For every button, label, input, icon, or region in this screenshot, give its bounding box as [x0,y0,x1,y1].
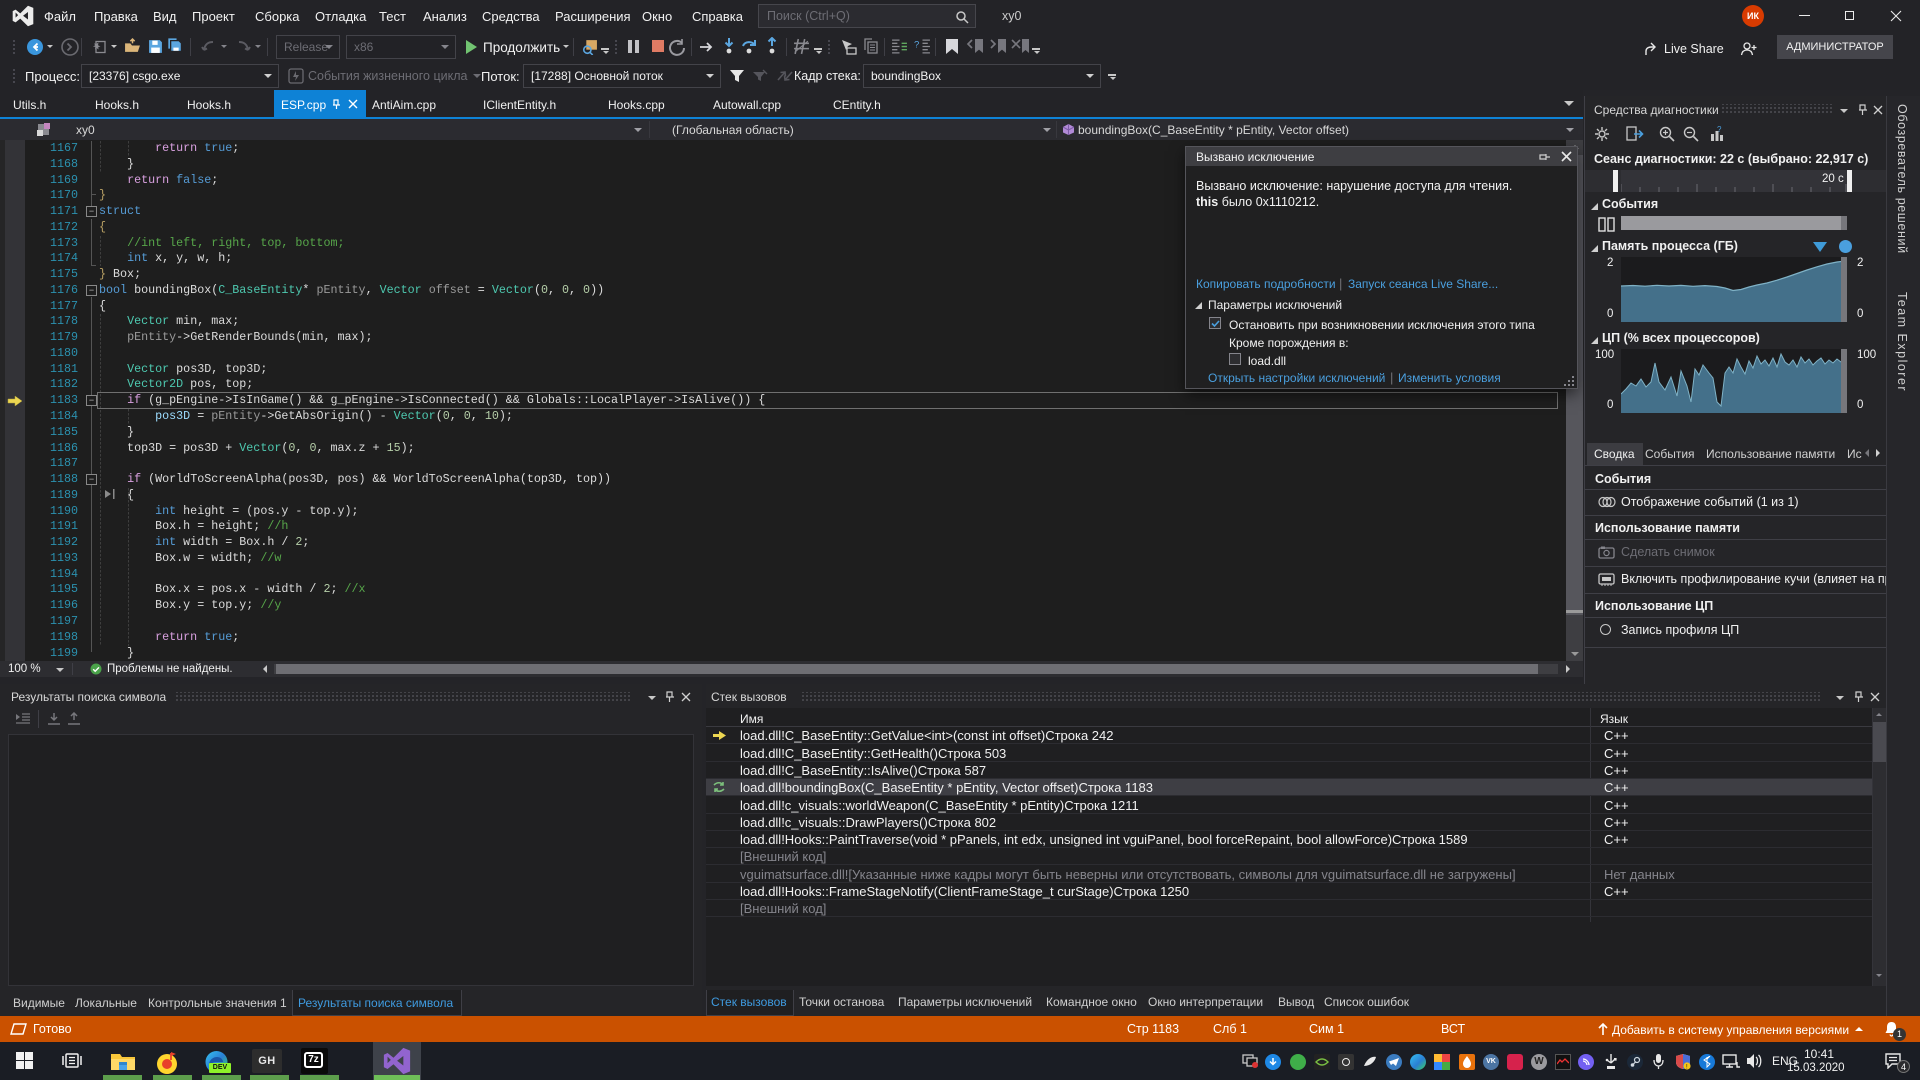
svg-text:?: ? [1717,126,1722,134]
svg-text:?: ? [914,40,919,51]
